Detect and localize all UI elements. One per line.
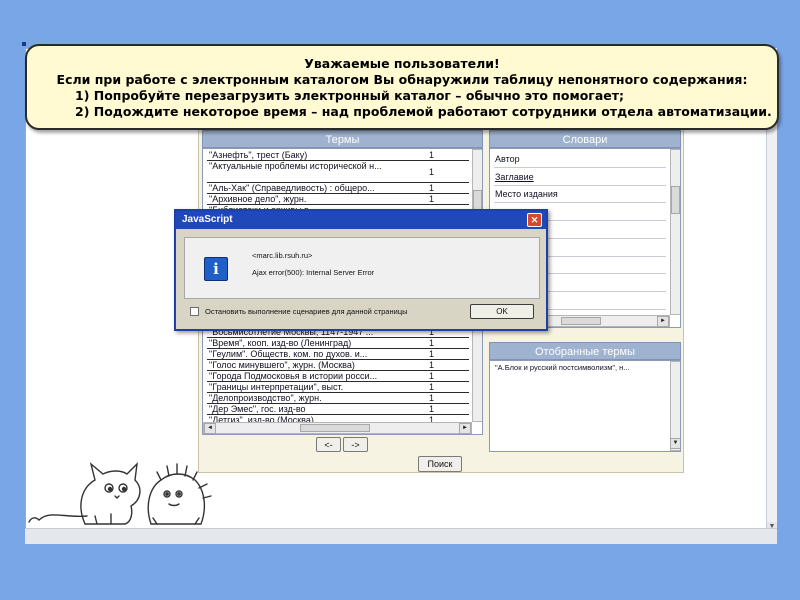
close-icon[interactable]: ✕ [527,213,542,227]
selected-terms-vscroll[interactable]: ▼ [670,361,680,451]
term-row[interactable]: "Города Подмосковья в истории росси... 1 [207,371,469,382]
term-text: "Азнефть", трест (Баку) [209,150,308,160]
terms-panel-header: Термы [202,130,483,148]
next-page-button[interactable]: -> [343,437,368,452]
slide-bullet [22,42,26,46]
selected-terms-panel-header: Отобранные термы [489,342,681,360]
info-icon: i [204,257,228,281]
term-row[interactable]: "Дер Эмес", гос. изд-во 1 [207,404,469,415]
term-row[interactable]: "Архивное дело", журн. 1 [207,194,469,205]
term-text: "Актуальные проблемы исторической н... [209,161,382,171]
dictionaries-vscroll[interactable] [670,149,680,315]
term-row[interactable]: "Время", кооп. изд-во (Ленинград) 1 [207,338,469,349]
terms-hscroll[interactable]: ◄ ► [203,422,472,434]
terms-hscroll-thumb[interactable] [300,424,370,432]
warning-notice-box: Уважаемые пользователи! Если при работе … [25,44,779,130]
term-row[interactable]: "Границы интерпретации", выст. 1 [207,382,469,393]
term-row[interactable]: "Делопроизводство", журн. 1 [207,393,469,404]
dictionary-item[interactable]: Место издания [494,186,666,204]
dialog-title: JavaScript [176,211,546,229]
ok-button[interactable]: OK [470,304,534,319]
dialog-error-message: Ajax error(500): Internal Server Error [252,268,375,277]
notice-greeting: Уважаемые пользователи! [304,56,500,71]
term-count: 1 [429,371,435,381]
term-count: 1 [429,349,435,359]
notice-step-1: 1) Попробуйте перезагрузить электронный … [75,88,624,103]
stop-scripts-checkbox[interactable] [190,307,199,316]
dictionary-item[interactable]: Заглавие [494,169,666,186]
term-count: 1 [429,194,435,204]
term-count: 1 [429,393,435,403]
javascript-alert-dialog: JavaScript ✕ i <marc.lib.rsuh.ru> Ajax e… [174,209,548,331]
search-button[interactable]: Поиск [418,456,462,472]
cartoon-cat-and-hedgehog-image [28,462,212,525]
term-count: 1 [429,167,435,177]
terms-scroll-left-icon[interactable]: ◄ [204,423,216,434]
stop-scripts-label: Остановить выполнение сценариев для данн… [205,307,408,316]
term-text: "Время", кооп. изд-во (Ленинград) [209,338,352,348]
term-text: "Делопроизводство", журн. [209,393,322,403]
term-text: "Архивное дело", журн. [209,194,307,204]
term-row[interactable]: "Аль-Хак" (Справедливость) : общеро... 1 [207,183,469,194]
term-count: 1 [429,404,435,414]
prev-page-button[interactable]: <- [316,437,341,452]
term-count: 1 [429,183,435,193]
notice-condition: Если при работе с электронным каталогом … [56,72,748,87]
selected-term[interactable]: "А.Блок и русский постсимволизм", н... [495,363,665,372]
dictionaries-vscroll-thumb[interactable] [671,186,680,214]
term-text: "Аль-Хак" (Справедливость) : общеро... [209,183,375,193]
dictionaries-panel-header: Словари [489,130,681,148]
term-text: "Города Подмосковья в истории росси... [209,371,378,381]
term-count: 1 [429,360,435,370]
browser-status-bar [25,528,777,544]
dictionaries-hscroll-thumb[interactable] [561,317,601,325]
dictionary-item[interactable]: Автор [494,151,666,168]
terms-scroll-right-icon[interactable]: ► [459,423,471,434]
term-text: "Дер Эмес", гос. изд-во [209,404,306,414]
term-row[interactable]: "Актуальные проблемы исторической н... 1 [207,161,469,183]
notice-step-2: 2) Подождите некоторое время – над пробл… [75,104,772,119]
term-count: 1 [429,382,435,392]
term-text: "Голос минувшего", журн. (Москва) [209,360,355,370]
term-row[interactable]: "Голос минувшего", журн. (Москва) 1 [207,360,469,371]
term-count: 1 [429,338,435,348]
term-text: "Границы интерпретации", выст. [209,382,344,392]
term-count: 1 [429,150,435,160]
term-row[interactable]: "Геулим". Обществ. ком. по духов. и... 1 [207,349,469,360]
selected-terms-panel: "А.Блок и русский постсимволизм", н... ▼ [489,360,681,452]
selected-scroll-down-icon[interactable]: ▼ [670,438,680,449]
dialog-origin: <marc.lib.rsuh.ru> [252,251,313,260]
dictionaries-scroll-right-icon[interactable]: ► [657,316,669,327]
term-text: "Геулим". Обществ. ком. по духов. и... [209,349,368,359]
term-row[interactable]: "Азнефть", трест (Баку) 1 [207,150,469,161]
